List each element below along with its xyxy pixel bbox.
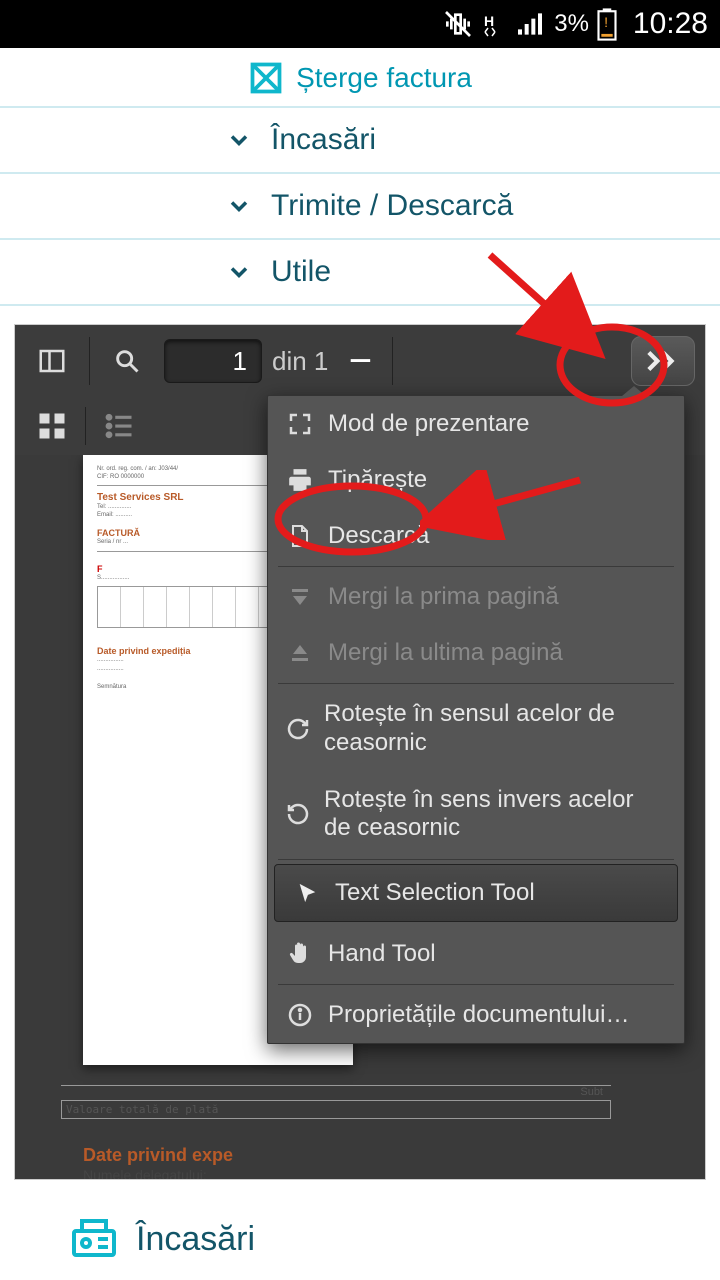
menu-label: Text Selection Tool (335, 879, 535, 907)
download-icon (286, 522, 314, 550)
accordion-label: Încasări (271, 123, 376, 157)
last-page-icon (286, 639, 314, 667)
menu-rotate-ccw[interactable]: Rotește în sens invers acelor de ceasorn… (268, 772, 684, 858)
menu-label: Mergi la prima pagină (328, 583, 559, 611)
toolbar-separator (89, 337, 90, 385)
vibrate-off-icon (442, 8, 474, 40)
svg-text:H: H (484, 13, 494, 29)
status-bar: H 3% ! 10:28 (0, 0, 720, 48)
doc-exped-title: Date privind expe (83, 1145, 403, 1166)
menu-first-page: Mergi la prima pagină (268, 569, 684, 625)
doc-subt: Subt (61, 1085, 611, 1098)
menu-presentation-mode[interactable]: Mod de prezentare (268, 396, 684, 452)
pdf-toolbar: din 1 − (15, 325, 705, 397)
menu-print[interactable]: Tipărește (268, 452, 684, 508)
battery-percentage: 3% (554, 10, 589, 38)
battery-low-icon: ! (597, 7, 617, 41)
clock: 10:28 (633, 7, 708, 41)
menu-label: Mod de prezentare (328, 410, 529, 438)
accordion-label: Trimite / Descarcă (271, 189, 513, 223)
menu-label: Proprietățile documentului… (328, 1001, 630, 1029)
menu-divider (278, 566, 674, 567)
menu-hand-tool[interactable]: Hand Tool (268, 926, 684, 982)
page-navigator: din 1 (164, 339, 328, 383)
menu-rotate-cw[interactable]: Rotește în sensul acelor de ceasornic (268, 686, 684, 772)
print-icon (286, 466, 314, 494)
rotate-ccw-icon (286, 800, 310, 828)
menu-divider (278, 683, 674, 684)
doc-row: Numele delegatului: (83, 1167, 403, 1179)
svg-text:!: ! (604, 15, 608, 31)
delete-invoice-button[interactable]: Șterge factura (0, 48, 720, 108)
menu-text-selection-tool[interactable]: Text Selection Tool (274, 864, 678, 922)
bottom-incasari-row[interactable]: Încasări (0, 1198, 720, 1280)
signal-icon (514, 8, 546, 40)
menu-label: Mergi la ultima pagină (328, 639, 563, 667)
menu-label: Tipărește (328, 466, 427, 494)
cursor-icon (293, 879, 321, 907)
menu-divider (278, 984, 674, 985)
chevron-double-right-icon (646, 349, 680, 373)
first-page-icon (286, 583, 314, 611)
sidebar-toggle-button[interactable] (25, 334, 79, 388)
bottom-incasari-label: Încasări (136, 1220, 255, 1259)
accordion-label: Utile (271, 255, 331, 289)
fullscreen-icon (286, 410, 314, 438)
menu-label: Descarcă (328, 522, 429, 550)
delete-invoice-label: Șterge factura (296, 62, 472, 94)
accordion-incasari[interactable]: Încasări (0, 106, 720, 174)
hand-icon (286, 940, 314, 968)
info-icon (286, 1001, 314, 1029)
toolbar-separator (392, 337, 393, 385)
accordion-trimite[interactable]: Trimite / Descarcă (0, 172, 720, 240)
more-menu-button[interactable] (631, 336, 695, 386)
zoom-out-button[interactable]: − (338, 339, 382, 384)
menu-last-page: Mergi la ultima pagină (268, 625, 684, 681)
chevron-down-icon (225, 192, 253, 220)
page-total-label: din 1 (272, 346, 328, 377)
pdf-more-menu: Mod de prezentare Tipărește Descarcă Mer… (267, 395, 685, 1044)
accordion-utile[interactable]: Utile (0, 238, 720, 306)
delete-box-icon (248, 60, 284, 96)
payment-icon (70, 1215, 118, 1263)
rotate-cw-icon (286, 715, 310, 743)
menu-properties[interactable]: Proprietățile documentului… (268, 987, 684, 1043)
menu-label: Hand Tool (328, 940, 436, 968)
thumbnail-view-button[interactable] (25, 402, 79, 450)
menu-label: Rotește în sensul acelor de ceasornic (324, 700, 666, 758)
search-button[interactable] (100, 334, 154, 388)
outline-view-button[interactable] (92, 402, 146, 450)
menu-download[interactable]: Descarcă (268, 508, 684, 564)
chevron-down-icon (225, 258, 253, 286)
page-number-input[interactable] (164, 339, 262, 383)
chevron-down-icon (225, 126, 253, 154)
toolbar-separator (85, 407, 86, 445)
doc-valoare: Valoare totală de plată (61, 1100, 611, 1119)
menu-label: Rotește în sens invers acelor de ceasorn… (324, 786, 666, 844)
data-hspa-icon: H (482, 8, 506, 40)
menu-divider (278, 859, 674, 860)
